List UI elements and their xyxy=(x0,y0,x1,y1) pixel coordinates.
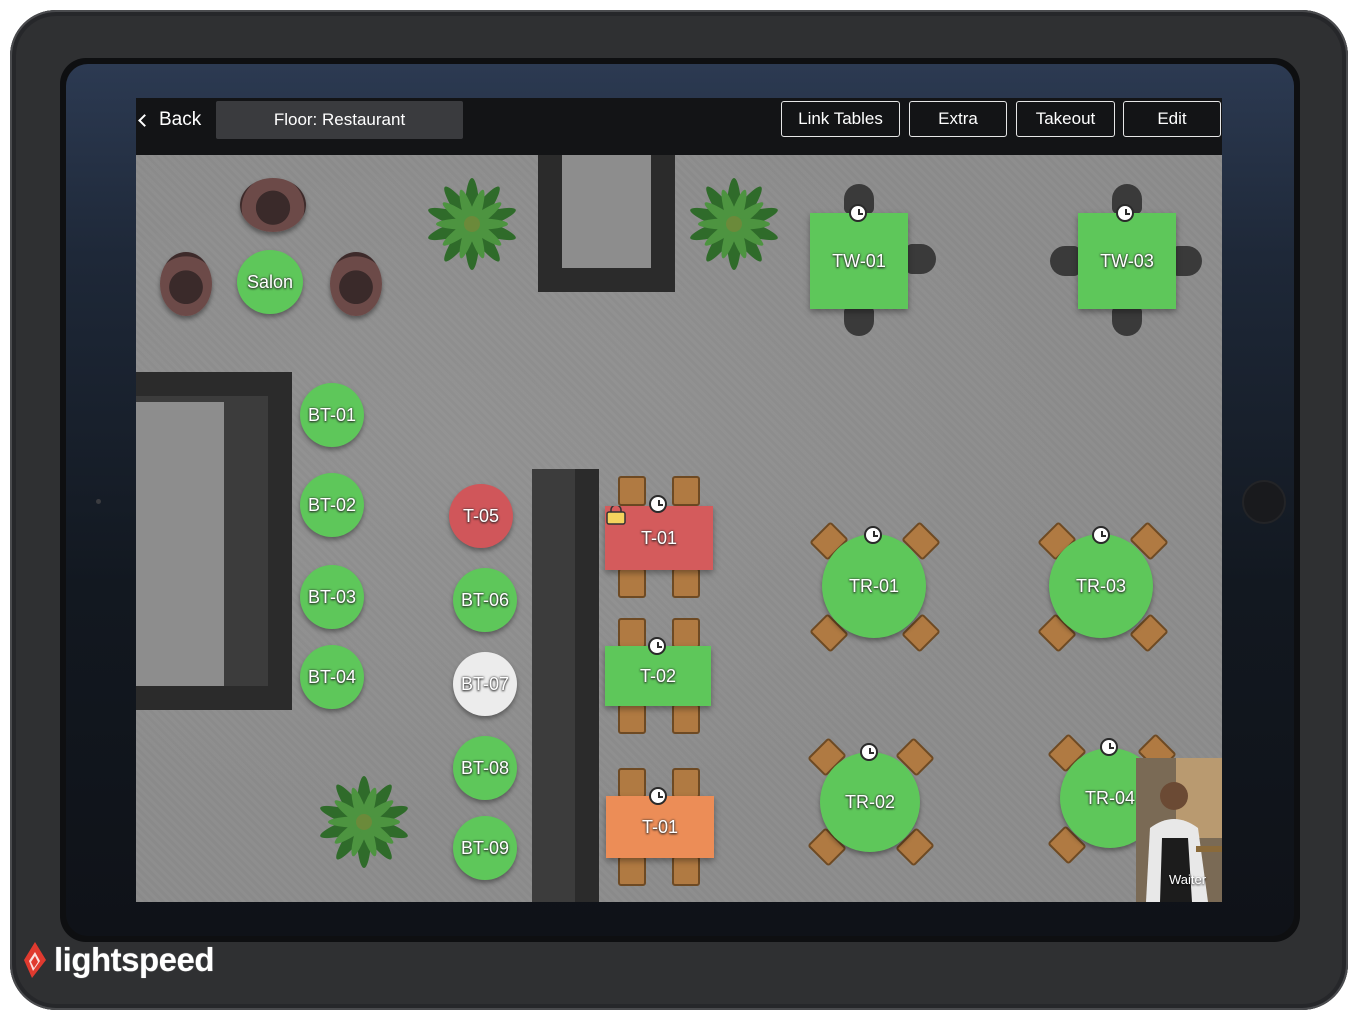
camera-dot xyxy=(96,499,101,504)
table-t-01-bottom[interactable]: T-01 xyxy=(606,796,714,858)
table-tr-02[interactable]: TR-02 xyxy=(820,752,920,852)
chair-icon xyxy=(618,704,646,734)
chair-icon xyxy=(618,568,646,598)
app-screen: Back Floor: Restaurant Link Tables Extra… xyxy=(136,98,1222,902)
lightspeed-wordmark: lightspeed xyxy=(54,941,215,978)
clock-icon xyxy=(649,495,667,513)
chair-icon xyxy=(844,306,874,336)
table-bt-06[interactable]: BT-06 xyxy=(453,568,517,632)
clock-icon xyxy=(849,204,867,222)
chair-icon xyxy=(618,618,646,648)
u-counter-floor xyxy=(562,155,651,268)
clock-icon xyxy=(864,526,882,544)
table-t-05[interactable]: T-05 xyxy=(449,484,513,548)
divider-wall-edge xyxy=(575,469,599,902)
chair-icon xyxy=(672,856,700,886)
table-tr-01[interactable]: TR-01 xyxy=(822,534,926,638)
table-bt-04[interactable]: BT-04 xyxy=(300,645,364,709)
back-label: Back xyxy=(159,109,202,130)
clock-icon xyxy=(1116,204,1134,222)
floor-selector[interactable]: Floor: Restaurant xyxy=(216,101,463,139)
clock-icon xyxy=(860,743,878,761)
table-bt-02[interactable]: BT-02 xyxy=(300,473,364,537)
chair-icon xyxy=(1172,246,1202,276)
table-bt-09[interactable]: BT-09 xyxy=(453,816,517,880)
chair-icon xyxy=(618,476,646,506)
table-bt-07[interactable]: BT-07 xyxy=(453,652,517,716)
table-salon[interactable]: Salon xyxy=(237,250,303,314)
table-bt-01[interactable]: BT-01 xyxy=(300,383,364,447)
table-tw-01[interactable]: TW-01 xyxy=(810,213,908,309)
table-t-02[interactable]: T-02 xyxy=(605,646,711,706)
chair-icon xyxy=(672,476,700,506)
chevron-left-icon xyxy=(138,114,151,127)
plant-icon xyxy=(320,776,408,868)
table-tr-03[interactable]: TR-03 xyxy=(1049,534,1153,638)
chair-icon xyxy=(672,768,700,798)
lightspeed-flame-icon xyxy=(24,942,46,978)
table-bt-08[interactable]: BT-08 xyxy=(453,736,517,800)
armchair-icon xyxy=(160,252,212,316)
plant-icon xyxy=(428,178,516,270)
edit-button[interactable]: Edit xyxy=(1123,101,1221,137)
waiter-label: Waiter xyxy=(1169,872,1207,887)
chair-icon xyxy=(906,244,936,274)
chair-icon xyxy=(618,768,646,798)
clock-icon xyxy=(648,637,666,655)
clock-icon xyxy=(649,787,667,805)
table-bt-03[interactable]: BT-03 xyxy=(300,565,364,629)
chair-icon xyxy=(672,704,700,734)
takeout-button[interactable]: Takeout xyxy=(1016,101,1115,137)
chair-icon xyxy=(1112,306,1142,336)
home-button xyxy=(1242,480,1286,524)
armchair-icon xyxy=(330,252,382,316)
reserved-icon xyxy=(606,506,626,525)
table-tw-03[interactable]: TW-03 xyxy=(1078,213,1176,309)
top-bar: Back Floor: Restaurant Link Tables Extra… xyxy=(136,98,1222,155)
armchair-icon xyxy=(240,178,306,232)
clock-icon xyxy=(1100,738,1118,756)
back-button[interactable]: Back xyxy=(138,108,202,132)
lightspeed-logo: lightspeed xyxy=(20,938,215,982)
clock-icon xyxy=(1092,526,1110,544)
bar-counter-floor xyxy=(136,402,224,686)
chair-icon xyxy=(672,618,700,648)
link-tables-button[interactable]: Link Tables xyxy=(781,101,900,137)
chair-icon xyxy=(618,856,646,886)
plant-icon xyxy=(690,178,778,270)
chair-icon xyxy=(1050,246,1080,276)
extra-button[interactable]: Extra xyxy=(909,101,1007,137)
chair-icon xyxy=(672,568,700,598)
